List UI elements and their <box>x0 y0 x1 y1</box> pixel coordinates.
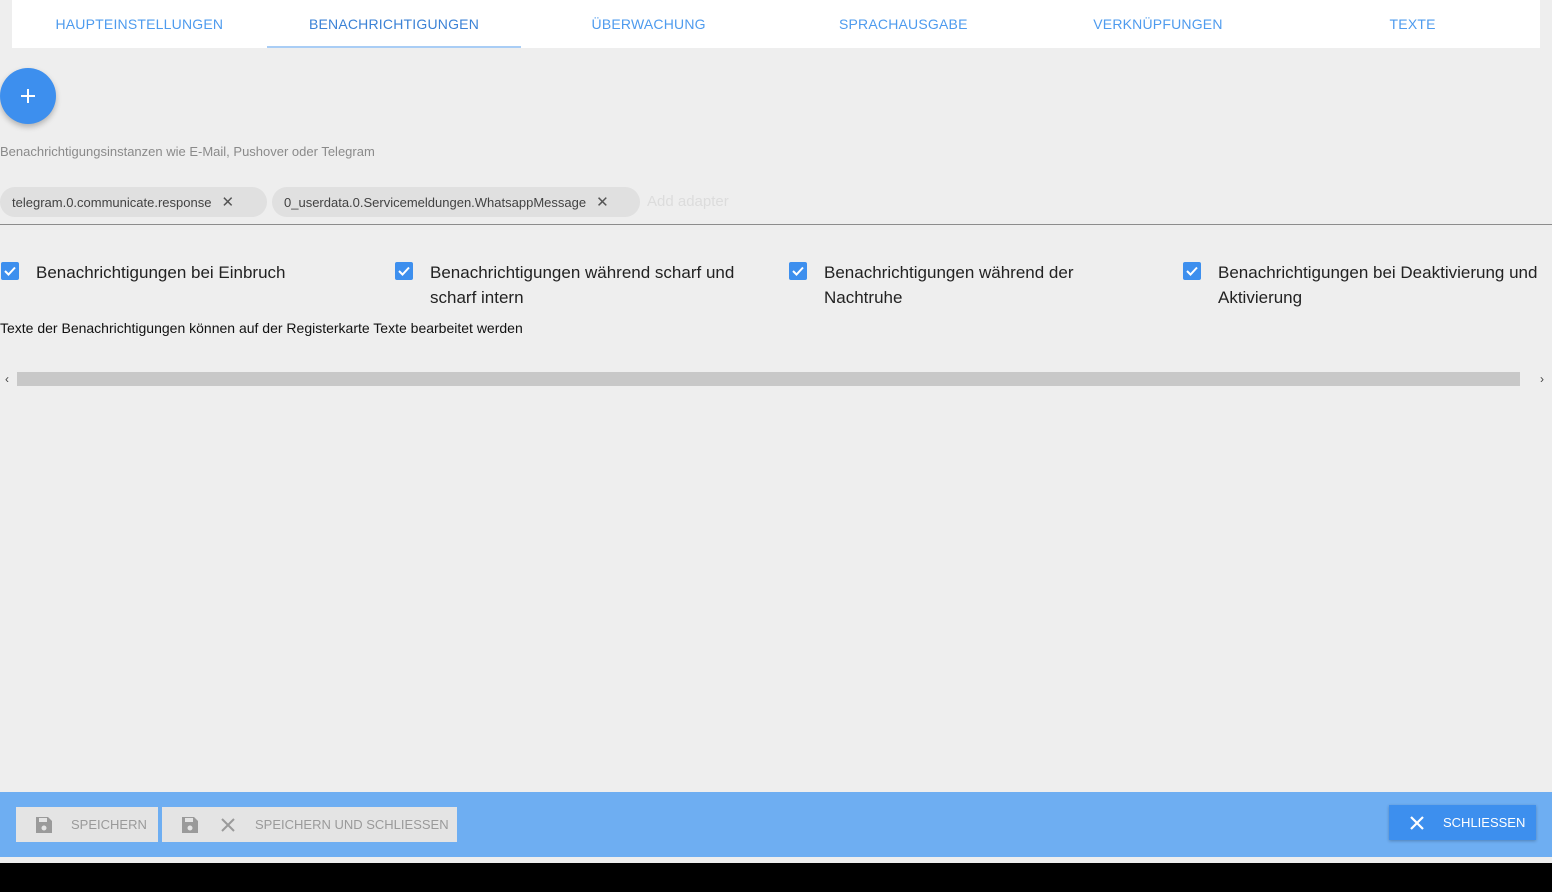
adapter-chip-label: 0_userdata.0.Servicemeldungen.WhatsappMe… <box>284 194 587 210</box>
save-and-close-button[interactable]: SPEICHERN UND SCHLIESSEN <box>162 807 457 842</box>
checkbox-label: Benachrichtigungen während scharf und sc… <box>430 263 735 307</box>
checkbox-checked[interactable] <box>395 262 413 280</box>
check-icon <box>398 266 410 276</box>
remove-chip-icon[interactable]: ✕ <box>221 195 234 210</box>
checkbox-einbruch[interactable]: Benachrichtigungen bei Einbruch <box>1 262 361 285</box>
save-and-close-label: SPEICHERN UND SCHLIESSEN <box>255 817 449 832</box>
checkbox-deaktivierung[interactable]: Benachrichtigungen bei Deaktivierung und… <box>1183 262 1552 310</box>
adapter-chip-label: telegram.0.communicate.response <box>12 194 212 210</box>
tab-sprachausgabe[interactable]: SPRACHAUSGABE <box>776 0 1031 48</box>
checkbox-checked[interactable] <box>789 262 807 280</box>
check-icon <box>1186 266 1198 276</box>
instances-label: Benachrichtigungsinstanzen wie E-Mail, P… <box>0 144 375 159</box>
checkbox-label: Benachrichtigungen bei Einbruch <box>36 263 286 282</box>
tab-texte[interactable]: TEXTE <box>1285 0 1540 48</box>
checkbox-label: Benachrichtigungen bei Deaktivierung und… <box>1218 263 1538 307</box>
checkbox-scharf[interactable]: Benachrichtigungen während scharf und sc… <box>395 262 765 310</box>
scroll-right-icon[interactable]: › <box>1540 371 1544 387</box>
tab-benachrichtigungen[interactable]: BENACHRICHTIGUNGEN <box>266 0 522 48</box>
plus-icon <box>21 89 35 103</box>
checkbox-label: Benachrichtigungen während der Nachtruhe <box>824 263 1074 307</box>
close-icon <box>221 817 235 832</box>
checkbox-checked[interactable] <box>1183 262 1201 280</box>
adapter-chip: telegram.0.communicate.response ✕ <box>0 187 267 217</box>
add-adapter-input[interactable] <box>645 192 949 211</box>
close-button[interactable]: SCHLIESSEN <box>1389 805 1536 840</box>
tab-verknuepfungen[interactable]: VERKNÜPFUNGEN <box>1031 0 1286 48</box>
close-icon <box>1410 815 1424 830</box>
check-icon <box>792 266 804 276</box>
scroll-left-icon[interactable]: ‹ <box>5 371 9 387</box>
checkbox-checked[interactable] <box>1 262 19 280</box>
close-button-label: SCHLIESSEN <box>1443 815 1526 830</box>
save-icon <box>182 816 198 833</box>
horizontal-scrollbar[interactable]: ‹ › <box>0 371 1552 387</box>
checkbox-nachtruhe[interactable]: Benachrichtigungen während der Nachtruhe <box>789 262 1159 310</box>
save-button[interactable]: SPEICHERN <box>16 807 158 842</box>
adapter-chip: 0_userdata.0.Servicemeldungen.WhatsappMe… <box>272 187 640 217</box>
bottom-edge <box>0 863 1552 892</box>
texts-note: Texte der Benachrichtigungen können auf … <box>0 320 523 336</box>
adapter-chips-field: telegram.0.communicate.response ✕ 0_user… <box>0 186 1552 225</box>
footer-bar: SPEICHERN SPEICHERN UND SCHLIESSEN SCHLI… <box>0 792 1552 857</box>
remove-chip-icon[interactable]: ✕ <box>596 195 609 210</box>
tab-ueberwachung[interactable]: ÜBERWACHUNG <box>521 0 776 48</box>
add-button[interactable] <box>0 68 56 124</box>
tab-haupteinstellungen[interactable]: HAUPTEINSTELLUNGEN <box>12 0 267 48</box>
tab-bar: HAUPTEINSTELLUNGEN BENACHRICHTIGUNGEN ÜB… <box>12 0 1540 48</box>
save-icon <box>36 816 52 833</box>
scrollbar-thumb[interactable] <box>17 372 1520 386</box>
check-icon <box>4 266 16 276</box>
save-button-label: SPEICHERN <box>71 817 147 832</box>
